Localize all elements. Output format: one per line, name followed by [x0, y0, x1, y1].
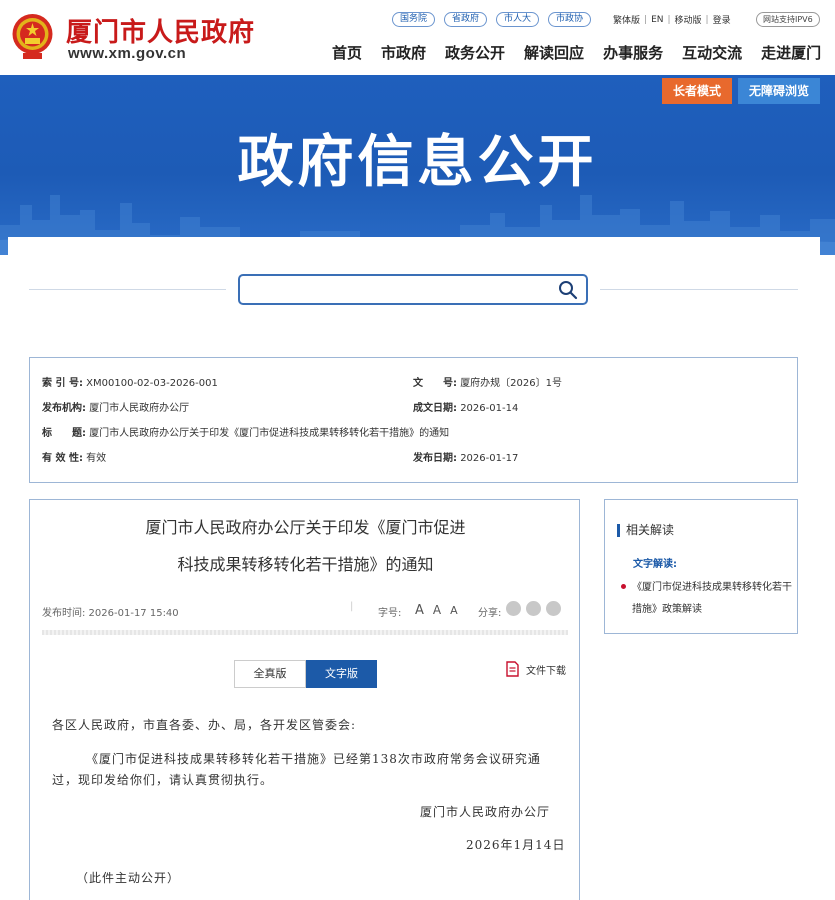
disclosure-note: （此件主动公开）	[76, 871, 181, 885]
separator: |	[350, 601, 354, 612]
salutation: 各区人民政府，市直各委、办、局，各开发区管委会:	[52, 718, 357, 732]
document-date: 2026年1月14日	[466, 838, 566, 852]
gov-link-province[interactable]: 省政府	[444, 12, 488, 27]
share-icons	[506, 601, 561, 616]
site-name[interactable]: 厦门市人民政府	[66, 12, 255, 49]
banner-title: 政府信息公开	[237, 130, 598, 195]
accessible-browse-button[interactable]: 无障碍浏览	[738, 78, 820, 104]
elder-mode-button[interactable]: 长者模式	[662, 78, 732, 104]
meta-org-label: 发布机构:	[42, 403, 86, 414]
gov-link-congress[interactable]: 市人大	[496, 12, 540, 27]
meta-validity: 有 效 性: 有效	[42, 452, 106, 466]
meta-index-value: XM00100-02-03-2026-001	[86, 378, 218, 389]
meta-index-label: 索 引 号:	[42, 378, 83, 389]
publish-time: 发布时间: 2026-01-17 15:40	[42, 608, 179, 619]
file-download-label[interactable]: 文件下载	[526, 662, 566, 677]
utility-links: 繁体版 | EN | 移动版 | 登录	[610, 13, 734, 27]
search-input[interactable]	[238, 274, 588, 305]
nav-about-xiamen[interactable]: 走进厦门	[761, 42, 821, 63]
body-paragraph-line-1: 《厦门市促进科技成果转移转化若干措施》已经第138次市政府常务会议研究通	[86, 752, 541, 766]
meta-title: 标 题: 厦门市人民政府办公厅关于印发《厦门市促进科技成果转移转化若干措施》的通…	[42, 427, 449, 441]
meta-title-value: 厦门市人民政府办公厅关于印发《厦门市促进科技成果转移转化若干措施》的通知	[89, 428, 450, 439]
gov-links: 国务院 省政府 市人大 市政协	[392, 12, 592, 27]
tab-full-version[interactable]: 全真版	[234, 660, 306, 688]
mobile-link[interactable]: 移动版	[672, 13, 705, 26]
meta-pub-date: 发布日期: 2026-01-17	[413, 452, 518, 466]
meta-index: 索 引 号: XM00100-02-03-2026-001	[42, 377, 218, 391]
article-card: 厦门市人民政府办公厅关于印发《厦门市促进 科技成果转移转化若干措施》的通知 发布…	[29, 499, 580, 900]
related-heading: 相关解读	[617, 524, 674, 537]
font-size-label: 字号:	[378, 608, 402, 619]
meta-title-label: 标 题:	[42, 428, 86, 439]
weibo-icon[interactable]	[506, 601, 521, 616]
meta-validity-value: 有效	[86, 453, 107, 464]
english-link[interactable]: EN	[648, 15, 666, 25]
related-subheading: 文字解读:	[633, 559, 677, 570]
file-download-link[interactable]: 文件下载	[505, 661, 566, 677]
body-paragraph-line-2: 过，现印发给你们，请认真贯彻执行。	[52, 773, 274, 787]
site-header: 厦门市人民政府 www.xm.gov.cn 国务院 省政府 市人大 市政协 繁体…	[0, 0, 835, 75]
document-metadata: 索 引 号: XM00100-02-03-2026-001 文 号: 厦府办规〔…	[29, 357, 798, 483]
meta-doc-no: 文 号: 厦府办规〔2026〕1号	[413, 377, 562, 391]
search-icon[interactable]	[558, 280, 578, 300]
bullet-icon	[621, 584, 626, 589]
nav-services[interactable]: 办事服务	[603, 42, 663, 63]
login-link[interactable]: 登录	[710, 13, 734, 26]
meta-pub-date-value: 2026-01-17	[460, 453, 519, 464]
related-interpretation: 相关解读 文字解读: 《厦门市促进科技成果转移转化若干措施》政策解读	[604, 499, 798, 634]
meta-doc-no-label: 文 号:	[413, 378, 457, 389]
nav-interaction[interactable]: 互动交流	[682, 42, 742, 63]
font-small-button[interactable]: A	[450, 604, 458, 617]
meta-date-made: 成文日期: 2026-01-14	[413, 402, 518, 416]
meta-doc-no-value: 厦府办规〔2026〕1号	[460, 378, 562, 389]
main-nav: 首页 市政府 政务公开 解读回应 办事服务 互动交流 走进厦门	[332, 42, 821, 63]
article-title-line-2: 科技成果转移转化若干措施》的通知	[177, 555, 434, 574]
search-divider-right	[600, 289, 798, 290]
share-icon[interactable]	[546, 601, 561, 616]
article-divider	[42, 630, 568, 635]
search-divider-left	[29, 289, 226, 290]
meta-org-value: 厦门市人民政府办公厅	[89, 403, 190, 414]
national-emblem-icon[interactable]	[10, 10, 55, 62]
font-size-controls: A A A	[415, 603, 458, 618]
meta-date-made-value: 2026-01-14	[460, 403, 519, 414]
meta-validity-label: 有 效 性:	[42, 453, 83, 464]
font-large-button[interactable]: A	[415, 603, 424, 618]
site-url: www.xm.gov.cn	[68, 45, 187, 62]
nav-interpretation[interactable]: 解读回应	[524, 42, 584, 63]
meta-date-made-label: 成文日期:	[413, 403, 457, 414]
share-label: 分享:	[478, 608, 502, 619]
nav-government-affairs[interactable]: 政务公开	[445, 42, 505, 63]
gov-link-cppcc[interactable]: 市政协	[548, 12, 592, 27]
file-download-icon[interactable]	[505, 661, 520, 677]
article-title-line-1: 厦门市人民政府办公厅关于印发《厦门市促进	[145, 518, 466, 537]
banner: 政府信息公开 长者模式 无障碍浏览	[0, 75, 835, 255]
meta-org: 发布机构: 厦门市人民政府办公厅	[42, 402, 189, 416]
nav-city-government[interactable]: 市政府	[381, 42, 426, 63]
ipv6-badge: 网站支持IPV6	[756, 12, 820, 27]
nav-home[interactable]: 首页	[332, 42, 362, 63]
gov-link-state-council[interactable]: 国务院	[392, 12, 436, 27]
font-medium-button[interactable]: A	[433, 603, 441, 617]
related-link[interactable]: 《厦门市促进科技成果转移转化若干措施》政策解读	[632, 577, 792, 621]
traditional-chinese-link[interactable]: 繁体版	[610, 13, 643, 26]
wechat-icon[interactable]	[526, 601, 541, 616]
signer: 厦门市人民政府办公厅	[420, 805, 551, 819]
tab-text-version[interactable]: 文字版	[306, 660, 377, 688]
meta-pub-date-label: 发布日期:	[413, 453, 457, 464]
